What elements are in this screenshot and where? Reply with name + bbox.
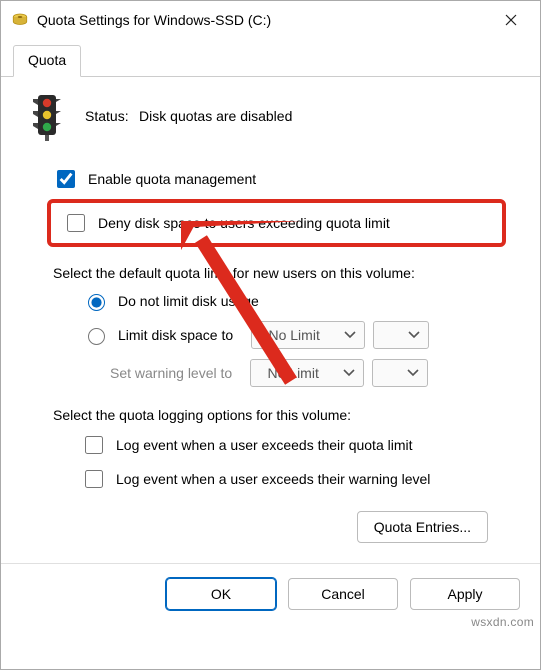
disk-icon — [11, 11, 29, 29]
deny-space-label: Deny disk space to users exceeding quota… — [98, 215, 390, 231]
warning-value-combo[interactable]: No Limit — [250, 359, 364, 387]
chevron-down-icon[interactable] — [336, 322, 364, 348]
log-warning-checkbox[interactable] — [85, 470, 103, 488]
radio-no-limit-label: Do not limit disk usage — [118, 293, 259, 309]
log-warning-label: Log event when a user exceeds their warn… — [116, 471, 430, 487]
warning-level-label: Set warning level to — [110, 365, 232, 381]
log-quota-checkbox[interactable] — [85, 436, 103, 454]
content-panel: Status: Disk quotas are disabled Enable … — [1, 77, 540, 557]
logging-group: Log event when a user exceeds their quot… — [81, 433, 514, 491]
status-text: Status: Disk quotas are disabled — [85, 108, 292, 126]
default-limit-header: Select the default quota limit for new u… — [53, 265, 514, 281]
default-limit-group: Do not limit disk usage Limit disk space… — [83, 291, 514, 387]
traffic-light-icon — [27, 93, 67, 141]
apply-button[interactable]: Apply — [410, 578, 520, 610]
radio-no-limit-row[interactable]: Do not limit disk usage — [83, 291, 514, 311]
ok-button[interactable]: OK — [166, 578, 276, 610]
radio-no-limit[interactable] — [88, 294, 105, 311]
limit-value-combo[interactable]: No Limit — [251, 321, 365, 349]
chevron-down-icon[interactable] — [335, 360, 363, 386]
enable-quota-checkbox[interactable] — [57, 170, 75, 188]
radio-limit[interactable] — [88, 328, 105, 345]
window-title: Quota Settings for Windows-SSD (C:) — [37, 12, 488, 28]
log-quota-row[interactable]: Log event when a user exceeds their quot… — [81, 433, 514, 457]
dialog-footer: OK Cancel Apply — [1, 563, 540, 626]
tab-quota[interactable]: Quota — [13, 45, 81, 77]
enable-quota-row[interactable]: Enable quota management — [53, 167, 514, 191]
limit-value-text: No Limit — [252, 327, 336, 343]
watermark-text: wsxdn.com — [471, 615, 534, 629]
tab-strip: Quota — [1, 39, 540, 77]
radio-limit-label: Limit disk space to — [118, 327, 233, 343]
quota-entries-button[interactable]: Quota Entries... — [357, 511, 488, 543]
logging-header: Select the quota logging options for thi… — [53, 407, 514, 423]
deny-space-row[interactable]: Deny disk space to users exceeding quota… — [47, 199, 506, 247]
chevron-down-icon[interactable] — [399, 360, 427, 386]
close-button[interactable] — [488, 2, 534, 38]
radio-limit-row: Limit disk space to No Limit — [83, 321, 514, 349]
chevron-down-icon[interactable] — [400, 322, 428, 348]
deny-space-checkbox[interactable] — [67, 214, 85, 232]
warning-level-row: Set warning level to No Limit — [83, 359, 514, 387]
status-value: Disk quotas are disabled — [139, 108, 292, 124]
status-label: Status: — [85, 108, 129, 124]
entries-row: Quota Entries... — [27, 507, 514, 547]
log-warning-row[interactable]: Log event when a user exceeds their warn… — [81, 467, 514, 491]
cancel-button[interactable]: Cancel — [288, 578, 398, 610]
log-quota-label: Log event when a user exceeds their quot… — [116, 437, 413, 453]
enable-quota-label: Enable quota management — [88, 171, 256, 187]
limit-unit-combo[interactable] — [373, 321, 429, 349]
warning-value-text: No Limit — [251, 365, 335, 381]
status-row: Status: Disk quotas are disabled — [27, 93, 514, 141]
title-bar: Quota Settings for Windows-SSD (C:) — [1, 1, 540, 39]
warning-unit-combo[interactable] — [372, 359, 428, 387]
